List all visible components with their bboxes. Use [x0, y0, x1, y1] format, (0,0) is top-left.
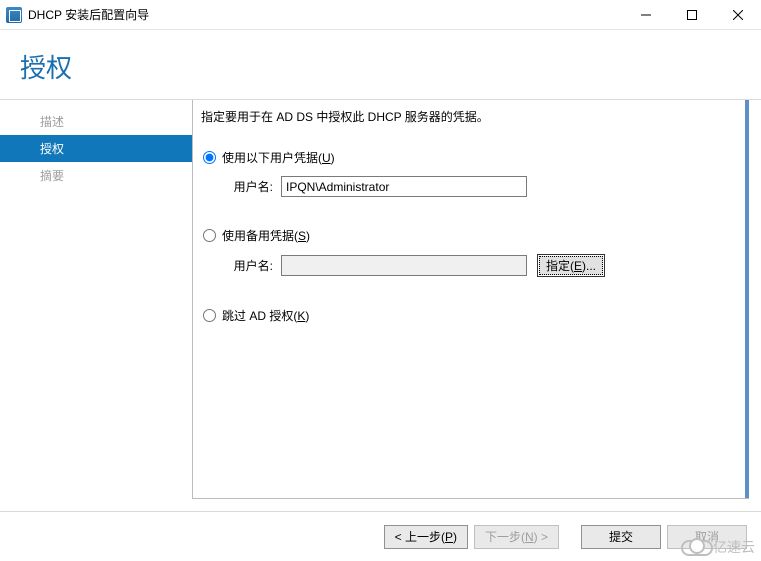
current-username-label: 用户名: [229, 178, 273, 195]
wizard-footer: < 上一步(P) 下一步(N) > 提交 取消 [0, 511, 761, 561]
alternate-username-label: 用户名: [229, 257, 273, 274]
radio-use-current-input[interactable] [203, 151, 216, 164]
specify-button[interactable]: 指定(E)... [537, 254, 605, 277]
content-accent [745, 100, 749, 498]
commit-button[interactable]: 提交 [581, 525, 661, 549]
current-username-row: 用户名: [229, 176, 734, 197]
app-icon [6, 7, 22, 23]
wizard-header: 授权 [0, 30, 761, 99]
wizard-sidebar: 描述 授权 摘要 [0, 100, 192, 499]
radio-skip-input[interactable] [203, 309, 216, 322]
alternate-username-row: 用户名: 指定(E)... [229, 254, 734, 277]
cancel-button: 取消 [667, 525, 747, 549]
close-button[interactable] [715, 0, 761, 30]
current-username-input[interactable] [281, 176, 527, 197]
sidebar-item-authorization[interactable]: 授权 [0, 135, 192, 162]
radio-skip-label: 跳过 AD 授权(K) [222, 307, 309, 324]
wizard-content: 指定要用于在 AD DS 中授权此 DHCP 服务器的凭据。 使用以下用户凭据(… [192, 100, 749, 499]
sidebar-item-summary[interactable]: 摘要 [0, 162, 192, 189]
radio-use-alternate-credentials[interactable]: 使用备用凭据(S) [203, 227, 734, 244]
minimize-button[interactable] [623, 0, 669, 30]
instruction-text: 指定要用于在 AD DS 中授权此 DHCP 服务器的凭据。 [201, 108, 734, 125]
previous-button[interactable]: < 上一步(P) [384, 525, 468, 549]
radio-use-current-credentials[interactable]: 使用以下用户凭据(U) [203, 149, 734, 166]
title-bar: DHCP 安装后配置向导 [0, 0, 761, 30]
radio-use-current-label: 使用以下用户凭据(U) [222, 149, 335, 166]
alternate-username-input [281, 255, 527, 276]
page-title: 授权 [20, 48, 741, 85]
radio-use-alternate-input[interactable] [203, 229, 216, 242]
next-button: 下一步(N) > [474, 525, 559, 549]
credentials-radio-group: 使用以下用户凭据(U) 用户名: 使用备用凭据(S) 用户名: 指定(E)... [203, 149, 734, 324]
radio-use-alternate-label: 使用备用凭据(S) [222, 227, 310, 244]
radio-skip-authorization[interactable]: 跳过 AD 授权(K) [203, 307, 734, 324]
sidebar-item-description[interactable]: 描述 [0, 108, 192, 135]
wizard-body: 描述 授权 摘要 指定要用于在 AD DS 中授权此 DHCP 服务器的凭据。 … [0, 99, 761, 499]
window-controls [623, 0, 761, 30]
maximize-button[interactable] [669, 0, 715, 30]
window-title: DHCP 安装后配置向导 [28, 6, 623, 23]
